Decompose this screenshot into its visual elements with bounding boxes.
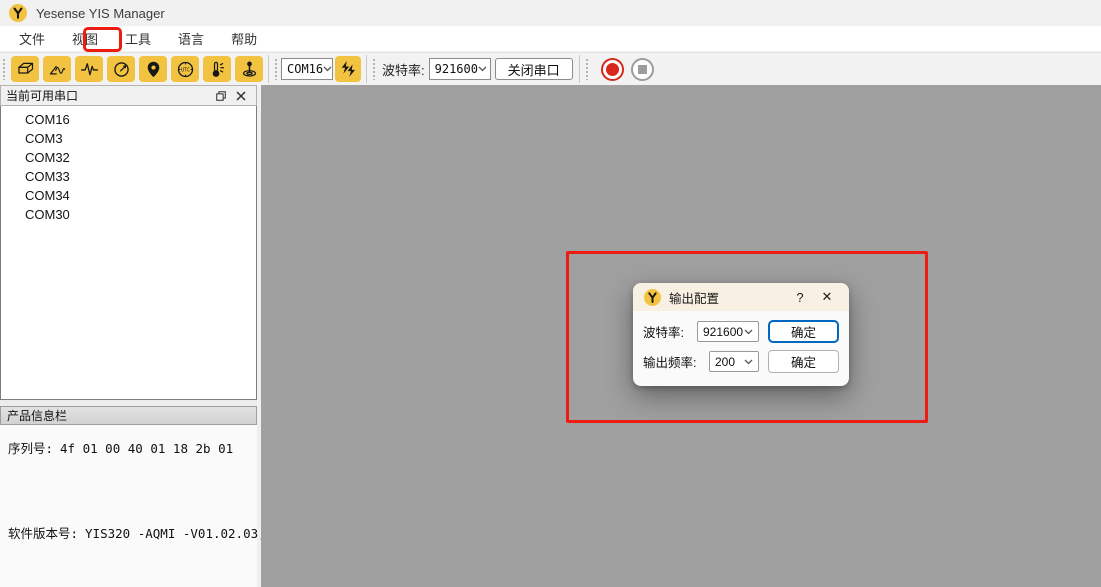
info-panel-body: 序列号: 4f 01 00 40 01 18 2b 01 软件版本号:YIS320… — [0, 425, 257, 587]
3d-model-button[interactable] — [11, 56, 39, 82]
baud-rate-label: 波特率: — [382, 60, 425, 79]
gauge-button[interactable] — [107, 56, 135, 82]
dialog-baud-value: 921600 — [703, 325, 743, 339]
menu-help[interactable]: 帮助 — [224, 26, 264, 51]
refresh-icon — [338, 59, 358, 79]
waveform-icon — [79, 59, 100, 80]
menu-file[interactable]: 文件 — [12, 26, 52, 51]
baud-rate-row: 波特率: 921600 确定 — [643, 320, 839, 343]
menu-view[interactable]: 视图 — [65, 26, 105, 51]
info-panel-header: 产品信息栏 — [0, 406, 257, 425]
3d-model-icon — [15, 59, 36, 80]
software-version-line: 软件版本号:YIS320 -AQMI -V01.02.03; — [8, 523, 251, 542]
svg-text:UTC: UTC — [181, 67, 190, 73]
dialog-title-bar[interactable]: 输出配置 ? ✕ — [633, 283, 849, 311]
gauge-icon — [111, 59, 132, 80]
dialog-logo-icon — [644, 289, 661, 306]
software-version-value: YIS320 -AQMI -V01.02.03; — [85, 526, 266, 541]
dialog-baud-select[interactable]: 921600 — [697, 321, 759, 342]
port-list-item[interactable]: COM3 — [1, 129, 256, 148]
title-bar: Yesense YIS Manager — [0, 0, 1101, 26]
output-config-dialog: 输出配置 ? ✕ 波特率: 921600 确定 输出频率: 200 确定 — [633, 283, 849, 386]
toolbar-separator — [366, 55, 367, 83]
toolbar-separator — [579, 55, 580, 83]
close-icon — [236, 91, 246, 101]
baud-rate-value: 921600 — [435, 62, 478, 76]
refresh-ports-button[interactable] — [335, 56, 361, 82]
serial-number-label: 序列号: — [8, 441, 53, 456]
dialog-close-button[interactable]: ✕ — [818, 289, 836, 305]
utc-clock-button[interactable]: UTC — [171, 56, 199, 82]
record-icon — [606, 63, 619, 76]
temperature-icon — [207, 59, 228, 80]
chevron-down-icon — [744, 359, 753, 365]
dialog-title: 输出配置 — [669, 288, 719, 307]
serial-number-value: 4f 01 00 40 01 18 2b 01 — [60, 441, 233, 456]
close-port-button[interactable]: 关闭串口 — [495, 58, 573, 80]
software-version-label: 软件版本号: — [8, 526, 78, 541]
chevron-down-icon — [744, 329, 753, 335]
toolbar-gripper[interactable] — [372, 58, 376, 80]
dialog-rate-select[interactable]: 200 — [709, 351, 759, 372]
baud-rate-select[interactable]: 921600 — [429, 58, 491, 80]
dialog-rate-label: 输出频率: — [643, 352, 696, 371]
ports-panel-title: 当前可用串口 — [6, 87, 78, 104]
stop-icon — [638, 65, 647, 74]
serial-number-line: 序列号: 4f 01 00 40 01 18 2b 01 — [8, 438, 251, 457]
antenna-button[interactable] — [235, 56, 263, 82]
toolbar-separator — [268, 55, 269, 83]
port-select-value: COM16 — [287, 62, 323, 76]
port-list-item[interactable]: COM30 — [1, 205, 256, 224]
port-list-item[interactable]: COM16 — [1, 110, 256, 129]
window-title: Yesense YIS Manager — [36, 6, 165, 21]
port-list-item[interactable]: COM33 — [1, 167, 256, 186]
angle-wave-button[interactable] — [43, 56, 71, 82]
close-panel-button[interactable] — [231, 87, 251, 104]
dialog-baud-confirm-button[interactable]: 确定 — [768, 320, 839, 343]
location-pin-icon — [143, 59, 164, 80]
info-panel-title: 产品信息栏 — [7, 407, 67, 424]
dialog-rate-confirm-button[interactable]: 确定 — [768, 350, 839, 373]
record-button[interactable] — [601, 58, 624, 81]
toolbar-gripper[interactable] — [2, 58, 6, 80]
output-rate-row: 输出频率: 200 确定 — [643, 350, 839, 373]
chevron-down-icon — [478, 66, 487, 72]
float-panel-button[interactable] — [211, 87, 231, 104]
utc-clock-icon: UTC — [175, 59, 196, 80]
menu-tools[interactable]: 工具 — [118, 26, 158, 51]
ports-panel-header: 当前可用串口 — [0, 85, 257, 106]
toolbar-gripper[interactable] — [585, 58, 589, 80]
port-select[interactable]: COM16 — [281, 58, 333, 80]
toolbar-gripper[interactable] — [274, 58, 278, 80]
port-list-item[interactable]: COM34 — [1, 186, 256, 205]
antenna-icon — [239, 59, 260, 80]
temperature-button[interactable] — [203, 56, 231, 82]
dialog-rate-value: 200 — [715, 355, 735, 369]
location-button[interactable] — [139, 56, 167, 82]
menu-bar: 文件 视图 工具 语言 帮助 — [0, 26, 1101, 52]
left-dock: 当前可用串口 COM16 COM3 COM32 COM33 COM34 COM3… — [0, 85, 257, 587]
waveform-button[interactable] — [75, 56, 103, 82]
angle-wave-icon — [47, 59, 68, 80]
toolbar: UTC COM16 波特率: 921600 — [0, 52, 1101, 85]
port-list: COM16 COM3 COM32 COM33 COM34 COM30 — [0, 106, 257, 400]
dialog-help-button[interactable]: ? — [792, 290, 808, 305]
chevron-down-icon — [323, 66, 332, 72]
dialog-baud-label: 波特率: — [643, 322, 684, 341]
stop-button[interactable] — [631, 58, 654, 81]
float-icon — [215, 90, 227, 102]
menu-language[interactable]: 语言 — [171, 26, 211, 51]
port-list-item[interactable]: COM32 — [1, 148, 256, 167]
app-logo-icon — [9, 4, 27, 22]
dialog-body: 波特率: 921600 确定 输出频率: 200 确定 — [633, 311, 849, 373]
